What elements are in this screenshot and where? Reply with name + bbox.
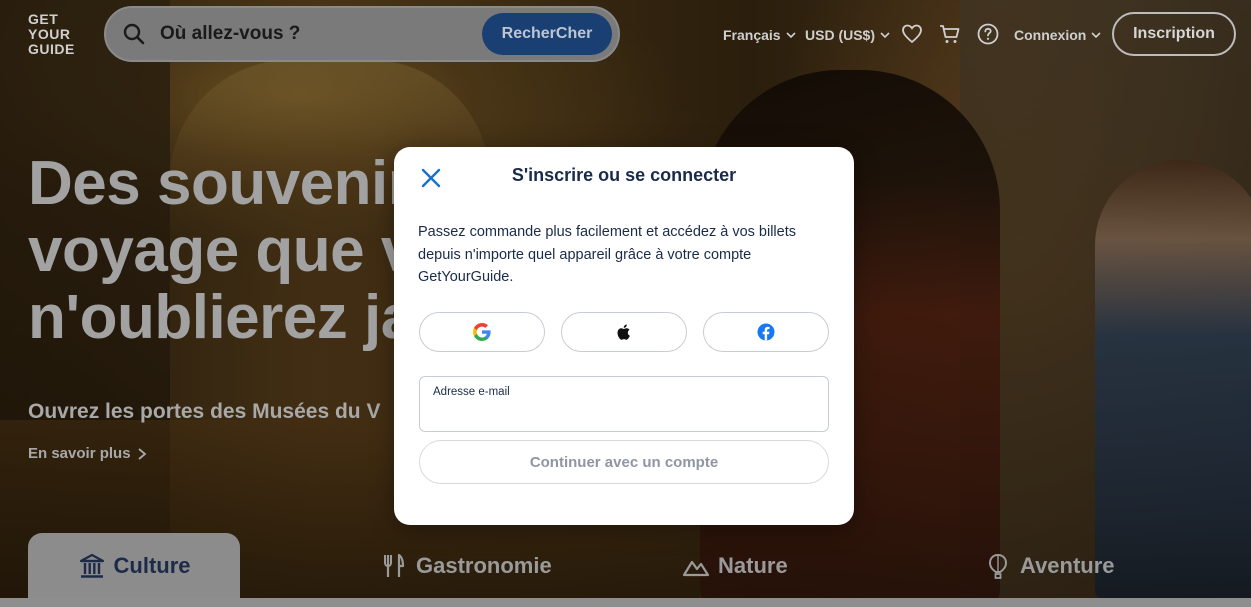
- currency-selector[interactable]: USD (US$): [805, 24, 891, 46]
- currency-label: USD (US$): [805, 27, 876, 43]
- cart-icon[interactable]: [938, 22, 962, 46]
- apple-login-button[interactable]: [561, 312, 687, 352]
- tab-adventure-label: Aventure: [1020, 553, 1115, 578]
- help-icon[interactable]: [976, 22, 1000, 46]
- search-input[interactable]: Où allez-vous ?: [160, 23, 482, 45]
- page-content-strip: [0, 598, 1251, 607]
- google-login-button[interactable]: [419, 312, 545, 352]
- learn-more-link[interactable]: En savoir plus: [28, 445, 147, 462]
- login-label: Connexion: [1014, 27, 1087, 43]
- mountain-icon: [682, 560, 710, 577]
- logo-line: GET: [28, 11, 59, 27]
- chevron-down-icon: [786, 32, 796, 39]
- apple-icon: [617, 324, 630, 340]
- chevron-down-icon: [1091, 32, 1101, 39]
- auth-modal: S'inscrire ou se connecter Passez comman…: [394, 147, 854, 525]
- balloon-icon: [988, 553, 1008, 579]
- facebook-icon: [757, 323, 775, 341]
- language-selector[interactable]: Français: [723, 24, 797, 46]
- language-label: Français: [723, 27, 781, 43]
- hero-subtitle: Ouvrez les portes des Musées du V: [28, 400, 381, 423]
- google-icon: [473, 323, 491, 341]
- search-bar[interactable]: Où allez-vous ? RecherCher: [104, 6, 620, 62]
- signup-button[interactable]: Inscription: [1112, 12, 1236, 56]
- email-field-label: Adresse e-mail: [433, 386, 510, 398]
- search-icon: [123, 23, 145, 45]
- tab-gastronomy[interactable]: Gastronomie: [380, 550, 552, 582]
- modal-description: Passez commande plus facilement et accéd…: [418, 224, 796, 285]
- tab-culture-label: Culture: [113, 552, 191, 578]
- logo-line: GUIDE: [28, 41, 75, 57]
- getyourguide-logo[interactable]: GET YOUR GUIDE: [28, 12, 88, 57]
- email-field[interactable]: Adresse e-mail: [419, 376, 829, 432]
- search-button[interactable]: RecherCher: [482, 13, 612, 55]
- learn-more-label: En savoir plus: [28, 445, 131, 462]
- logo-line: YOUR: [28, 26, 71, 42]
- tab-nature[interactable]: Nature: [682, 550, 788, 582]
- tab-gastronomy-label: Gastronomie: [416, 553, 552, 578]
- tab-nature-label: Nature: [718, 553, 788, 578]
- fork-knife-icon: [384, 553, 405, 577]
- chevron-down-icon: [880, 32, 890, 39]
- tab-culture[interactable]: Culture: [28, 533, 240, 598]
- heart-icon[interactable]: [900, 22, 924, 46]
- museum-icon: [79, 553, 104, 578]
- login-menu[interactable]: Connexion: [1014, 24, 1102, 46]
- facebook-login-button[interactable]: [703, 312, 829, 352]
- modal-title: S'inscrire ou se connecter: [511, 165, 737, 185]
- email-input[interactable]: [432, 403, 818, 425]
- tab-adventure[interactable]: Aventure: [984, 550, 1115, 582]
- chevron-right-icon: [137, 447, 146, 460]
- continue-button[interactable]: Continuer avec un compte: [419, 440, 829, 484]
